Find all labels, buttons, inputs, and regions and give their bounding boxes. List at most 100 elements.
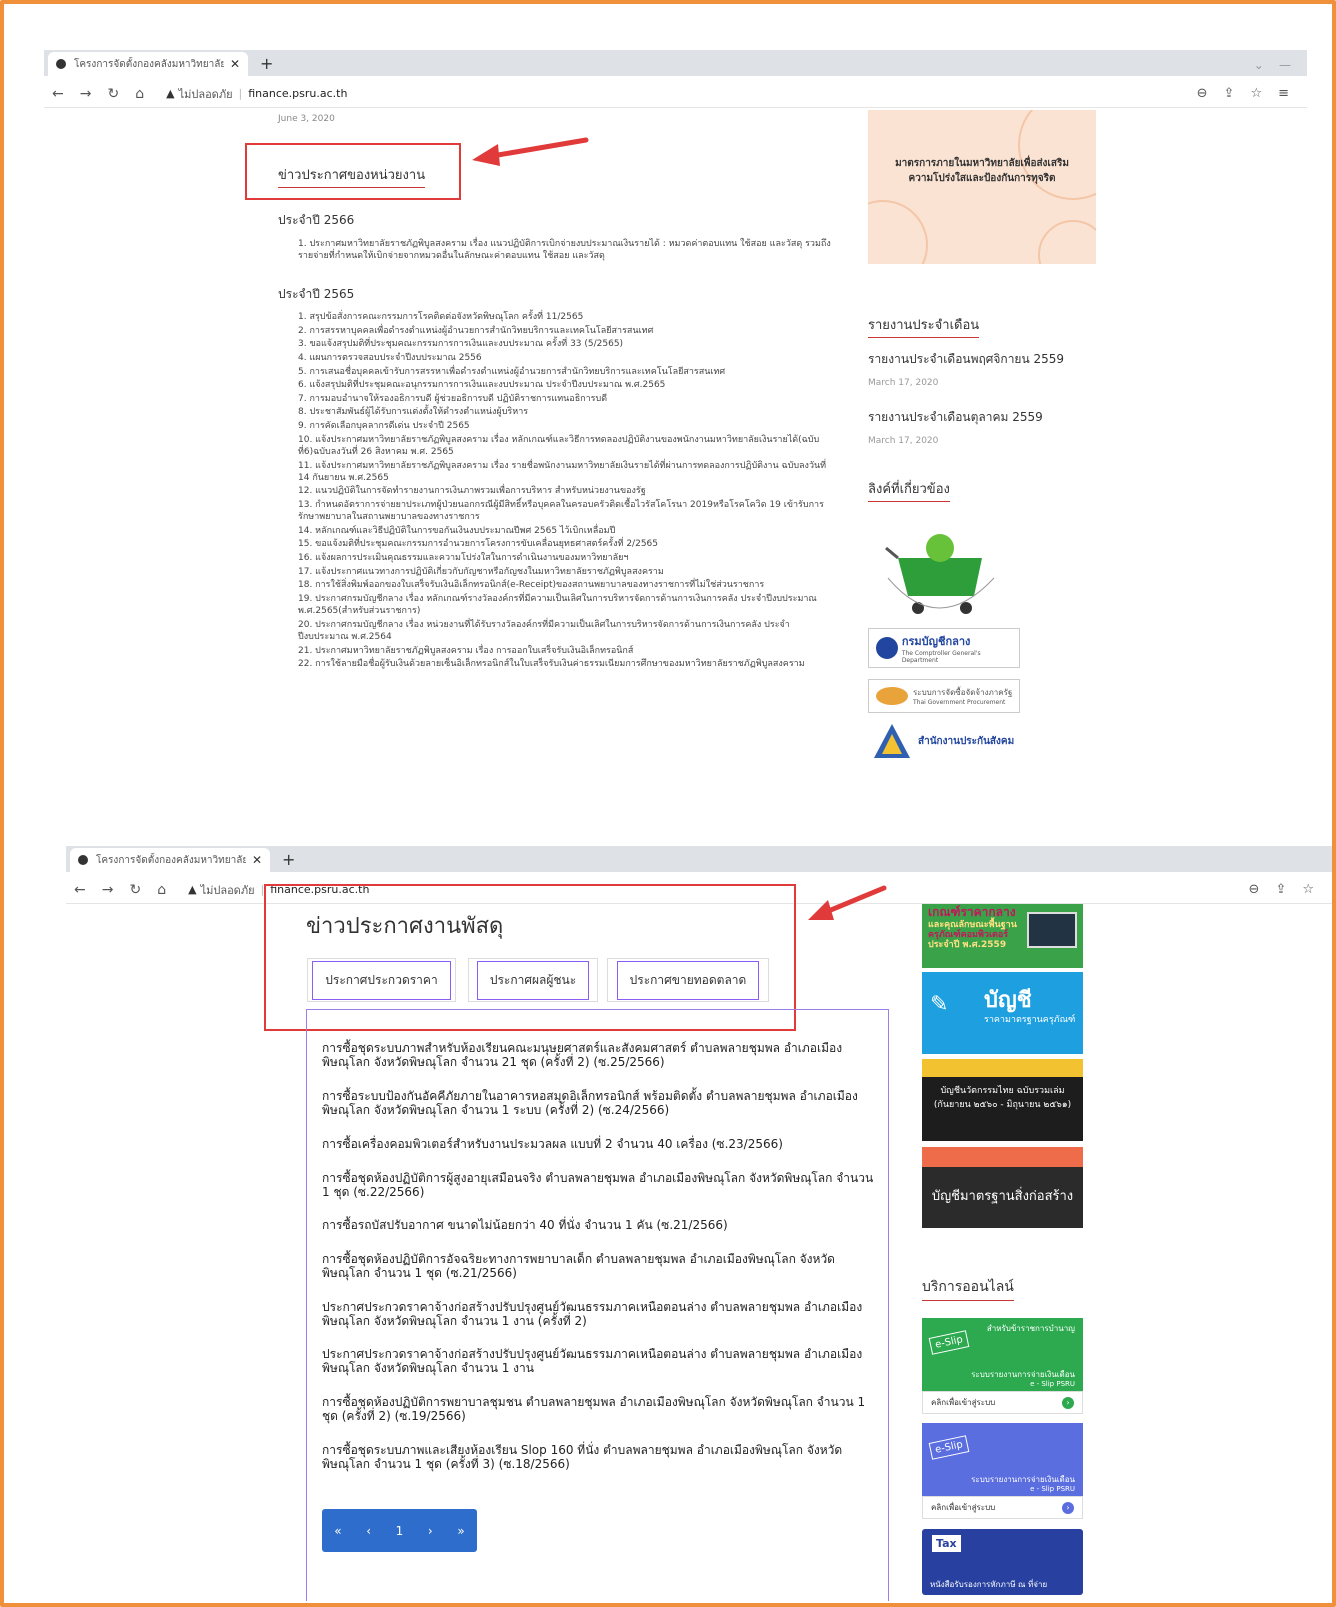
page-1-button[interactable]: 1 — [396, 1524, 404, 1538]
eslip-subtitle: e - Slip PSRU — [1030, 1485, 1075, 1493]
tax-certificate-card[interactable]: Tax หนังสือรับรองการหักภาษี ณ ที่จ่าย — [922, 1529, 1083, 1595]
tab-bid-announcement[interactable]: ประกาศประกวดราคา — [307, 958, 456, 1002]
eslip-staff-card[interactable]: e-Slip ระบบรายงานการจ่ายเงินเดือน e - Sl… — [922, 1423, 1083, 1519]
home-icon[interactable]: ⌂ — [135, 86, 144, 102]
procurement-item[interactable]: การซื้อชุดห้องปฏิบัติการผู้สูงอายุเสมือน… — [322, 1171, 882, 1200]
announcement-link[interactable]: 6. แจ้งสรุปมติที่ประชุมคณะอนุกรรมการการเ… — [298, 379, 833, 391]
report-link[interactable]: รายงานประจำเดือนตุลาคม 2559 — [868, 408, 1043, 427]
close-tab-icon[interactable]: ✕ — [230, 57, 240, 71]
reading-list-icon[interactable]: ≡ — [1278, 86, 1289, 101]
forward-icon[interactable]: → — [80, 86, 92, 102]
browser-tab[interactable]: โครงการจัดตั้งกองคลังมหาวิทยาลัยราช ✕ — [70, 848, 270, 872]
cgd-subtitle: The Comptroller General's Department — [901, 650, 981, 664]
security-label[interactable]: ไม่ปลอดภัย — [201, 881, 255, 899]
announcement-link[interactable]: 3. ขอแจ้งสรุปมติที่ประชุมคณะกรรมการการเง… — [298, 338, 833, 350]
reload-icon[interactable]: ↻ — [107, 86, 119, 102]
window-controls[interactable]: ⌄ — — [1254, 58, 1307, 76]
announcement-link[interactable]: 20. ประกาศกรมบัญชีกลาง เรื่อง หน่วยงานที… — [298, 619, 833, 643]
procurement-item[interactable]: การซื้อระบบป้องกันอัคคีภัยภายในอาคารหอสม… — [322, 1089, 882, 1118]
procurement-item[interactable]: การซื้อชุดห้องปฏิบัติการพยาบาลชุมชน ตำบล… — [322, 1395, 882, 1424]
warning-icon[interactable]: ▲ — [188, 883, 196, 896]
tab-auction-announcement[interactable]: ประกาศขายทอดตลาด — [607, 958, 769, 1002]
announcement-link[interactable]: 5. การเสนอชื่อบุคคลเข้ารับการสรรหาเพื่อด… — [298, 366, 833, 378]
back-icon[interactable]: ← — [74, 882, 86, 898]
report-link[interactable]: รายงานประจำเดือนพฤศจิกายน 2559 — [868, 350, 1064, 369]
announcement-link[interactable]: 1. ประกาศมหาวิทยาลัยราชภัฏพิบูลสงคราม เร… — [298, 238, 833, 262]
forward-icon[interactable]: → — [102, 882, 114, 898]
prev-page-button[interactable]: ‹ — [366, 1524, 371, 1538]
next-page-button[interactable]: › — [428, 1524, 433, 1538]
gprocurement-name: ระบบการจัดซื้อจัดจ้างภาครัฐ — [913, 688, 1013, 697]
warning-icon[interactable]: ▲ — [166, 87, 174, 100]
procurement-item[interactable]: ประกาศประกวดราคาจ้างก่อสร้างปรับปรุงศูนย… — [322, 1300, 882, 1329]
first-page-button[interactable]: « — [334, 1524, 341, 1538]
reload-icon[interactable]: ↻ — [129, 882, 141, 898]
announcement-link[interactable]: 2. การสรรหาบุคคลเพื่อดำรงตำแหน่งผู้อำนวย… — [298, 325, 833, 337]
zoom-icon[interactable]: ⊖ — [1249, 882, 1260, 897]
announcement-link[interactable]: 18. การใช้สิ่งพิมพ์ออกของใบเสร็จรับเงินอ… — [298, 579, 833, 591]
gprocurement-logo-link[interactable]: ระบบการจัดซื้อจัดจ้างภาครัฐ Thai Governm… — [868, 679, 1020, 713]
announcement-link[interactable]: 9. การคัดเลือกบุคลากรดีเด่น ประจำปี 2565 — [298, 420, 833, 432]
procurement-item[interactable]: ประกาศประกวดราคาจ้างก่อสร้างปรับปรุงศูนย… — [322, 1347, 882, 1376]
url-text[interactable]: finance.psru.ac.th — [248, 87, 347, 100]
last-page-button[interactable]: » — [457, 1524, 464, 1538]
annotation-arrow — [472, 137, 589, 166]
innovation-list-banner[interactable]: บัญชีนวัตกรรมไทย ฉบับรวมเล่ม (กันยายน ๒๕… — [922, 1059, 1083, 1141]
share-icon[interactable]: ⇪ — [1275, 882, 1286, 897]
procurement-item[interactable]: การซื้อชุดระบบภาพและเสียงห้องเรียน Slop … — [322, 1443, 882, 1472]
announcement-link[interactable]: 7. การมอบอำนาจให้รองอธิการบดี ผู้ช่วยอธิ… — [298, 393, 833, 405]
eslip-badge: e-Slip — [928, 1435, 970, 1460]
eslip-pensioner-card[interactable]: e-Slip สำหรับข้าราชการบำนาญ ระบบรายงานกา… — [922, 1318, 1083, 1414]
share-icon[interactable]: ⇪ — [1224, 86, 1235, 101]
star-icon[interactable]: ☆ — [1250, 86, 1262, 101]
security-label[interactable]: ไม่ปลอดภัย — [179, 85, 233, 103]
announcement-link[interactable]: 17. แจ้งประกาศแนวทางการปฏิบัติเกี่ยวกับก… — [298, 566, 833, 578]
home-icon[interactable]: ⌂ — [157, 882, 166, 898]
tab-strip: โครงการจัดตั้งกองคลังมหาวิทยาลัยราช ✕ + … — [44, 50, 1307, 76]
back-icon[interactable]: ← — [52, 86, 64, 102]
green-procurement-cart-icon[interactable] — [878, 518, 1004, 628]
announcement-link[interactable]: 19. ประกาศกรมบัญชีกลาง เรื่อง หลักเกณฑ์ร… — [298, 593, 833, 617]
announcement-link[interactable]: 12. แนวปฏิบัติในการจัดทำรายงานการเงินภาพ… — [298, 485, 833, 497]
sso-name: สำนักงานประกันสังคม — [918, 735, 1015, 747]
announcement-link[interactable]: 4. แผนการตรวจสอบประจำปีงบประมาณ 2556 — [298, 352, 833, 364]
new-tab-icon[interactable]: + — [260, 52, 273, 76]
new-tab-icon[interactable]: + — [282, 848, 295, 872]
eslip-login-link[interactable]: คลิกเพื่อเข้าสู่ระบบ — [931, 1501, 995, 1514]
announcement-link[interactable]: 14. หลักเกณฑ์และวิธีปฏิบัติในการขอกันเงิ… — [298, 525, 833, 537]
section-heading[interactable]: ข่าวประกาศของหน่วยงาน — [278, 164, 426, 188]
announcement-link[interactable]: 15. ขอแจ้งมติที่ประชุมคณะกรรมการอำนวยการ… — [298, 538, 833, 550]
close-tab-icon[interactable]: ✕ — [252, 853, 262, 867]
eslip-login-link[interactable]: คลิกเพื่อเข้าสู่ระบบ — [931, 1396, 995, 1409]
announcement-link[interactable]: 1. สรุปข้อสั่งการคณะกรรมการโรคติดต่อจังห… — [298, 311, 833, 323]
announcement-link[interactable]: 10. แจ้งประกาศมหาวิทยาลัยราชภัฏพิบูลสงคร… — [298, 434, 833, 458]
cgd-logo-link[interactable]: กรมบัญชีกลาง The Comptroller General's D… — [868, 628, 1020, 668]
arrow-right-icon[interactable]: › — [1062, 1396, 1074, 1409]
computer-icon — [1027, 912, 1077, 948]
procurement-item[interactable]: การซื้อชุดระบบภาพสำหรับห้องเรียนคณะมนุษย… — [322, 1041, 882, 1070]
eslip-subtitle: e - Slip PSRU — [1030, 1380, 1075, 1388]
computer-price-banner[interactable]: เกณฑ์ราคากลาง และคุณลักษณะพื้นฐาน ครุภัณ… — [922, 904, 1083, 968]
report-date: March 17, 2020 — [868, 378, 939, 388]
announcement-link[interactable]: 11. แจ้งประกาศมหาวิทยาลัยราชภัฏพิบูลสงคร… — [298, 460, 833, 484]
procurement-item[interactable]: การซื้อรถบัสปรับอากาศ ขนาดไม่น้อยกว่า 40… — [322, 1218, 882, 1233]
arrow-right-icon[interactable]: › — [1062, 1501, 1074, 1514]
sso-logo-link[interactable]: สำนักงานประกันสังคม — [872, 722, 1014, 760]
announcement-link[interactable]: 8. ประชาสัมพันธ์ผู้ได้รับการแต่งตั้งให้ด… — [298, 406, 833, 418]
tab-winner-announcement[interactable]: ประกาศผลผู้ชนะ — [468, 958, 598, 1002]
announcement-link[interactable]: 13. กำหนดอัตราการจ่ายยาประเภทผู้ป่วยนอกก… — [298, 499, 833, 523]
standard-price-banner[interactable]: ✎ บัญชี ราคามาตรฐานครุภัณฑ์ — [922, 972, 1083, 1054]
announcement-link[interactable]: 21. ประกาศมหาวิทยาลัยราชภัฏพิบูลสงคราม เ… — [298, 645, 833, 657]
banner-subtitle: ราคามาตรฐานครุภัณฑ์ — [984, 1015, 1076, 1025]
announcement-link[interactable]: 16. แจ้งผลการประเมินคุณธรรมและความโปร่งใ… — [298, 552, 833, 564]
announcement-link[interactable]: 22. การใช้ลายมือชื่อผู้รับเงินด้วยลายเซ็… — [298, 658, 833, 670]
pagination: « ‹ 1 › » — [322, 1509, 477, 1552]
procurement-item[interactable]: การซื้อชุดห้องปฏิบัติการอัจฉริยะทางการพย… — [322, 1252, 882, 1281]
browser-tab[interactable]: โครงการจัดตั้งกองคลังมหาวิทยาลัยราช ✕ — [48, 52, 248, 76]
construction-standard-banner[interactable]: บัญชีมาตรฐานสิ่งก่อสร้าง — [922, 1147, 1083, 1228]
favicon-icon — [78, 855, 88, 865]
procurement-item[interactable]: การซื้อเครื่องคอมพิวเตอร์สำหรับงานประมวล… — [322, 1137, 882, 1152]
star-icon[interactable]: ☆ — [1302, 882, 1314, 897]
transparency-banner[interactable]: มาตรการภายในมหาวิทยาลัยเพื่อส่งเสริม ควา… — [868, 110, 1096, 264]
zoom-icon[interactable]: ⊖ — [1197, 86, 1208, 101]
